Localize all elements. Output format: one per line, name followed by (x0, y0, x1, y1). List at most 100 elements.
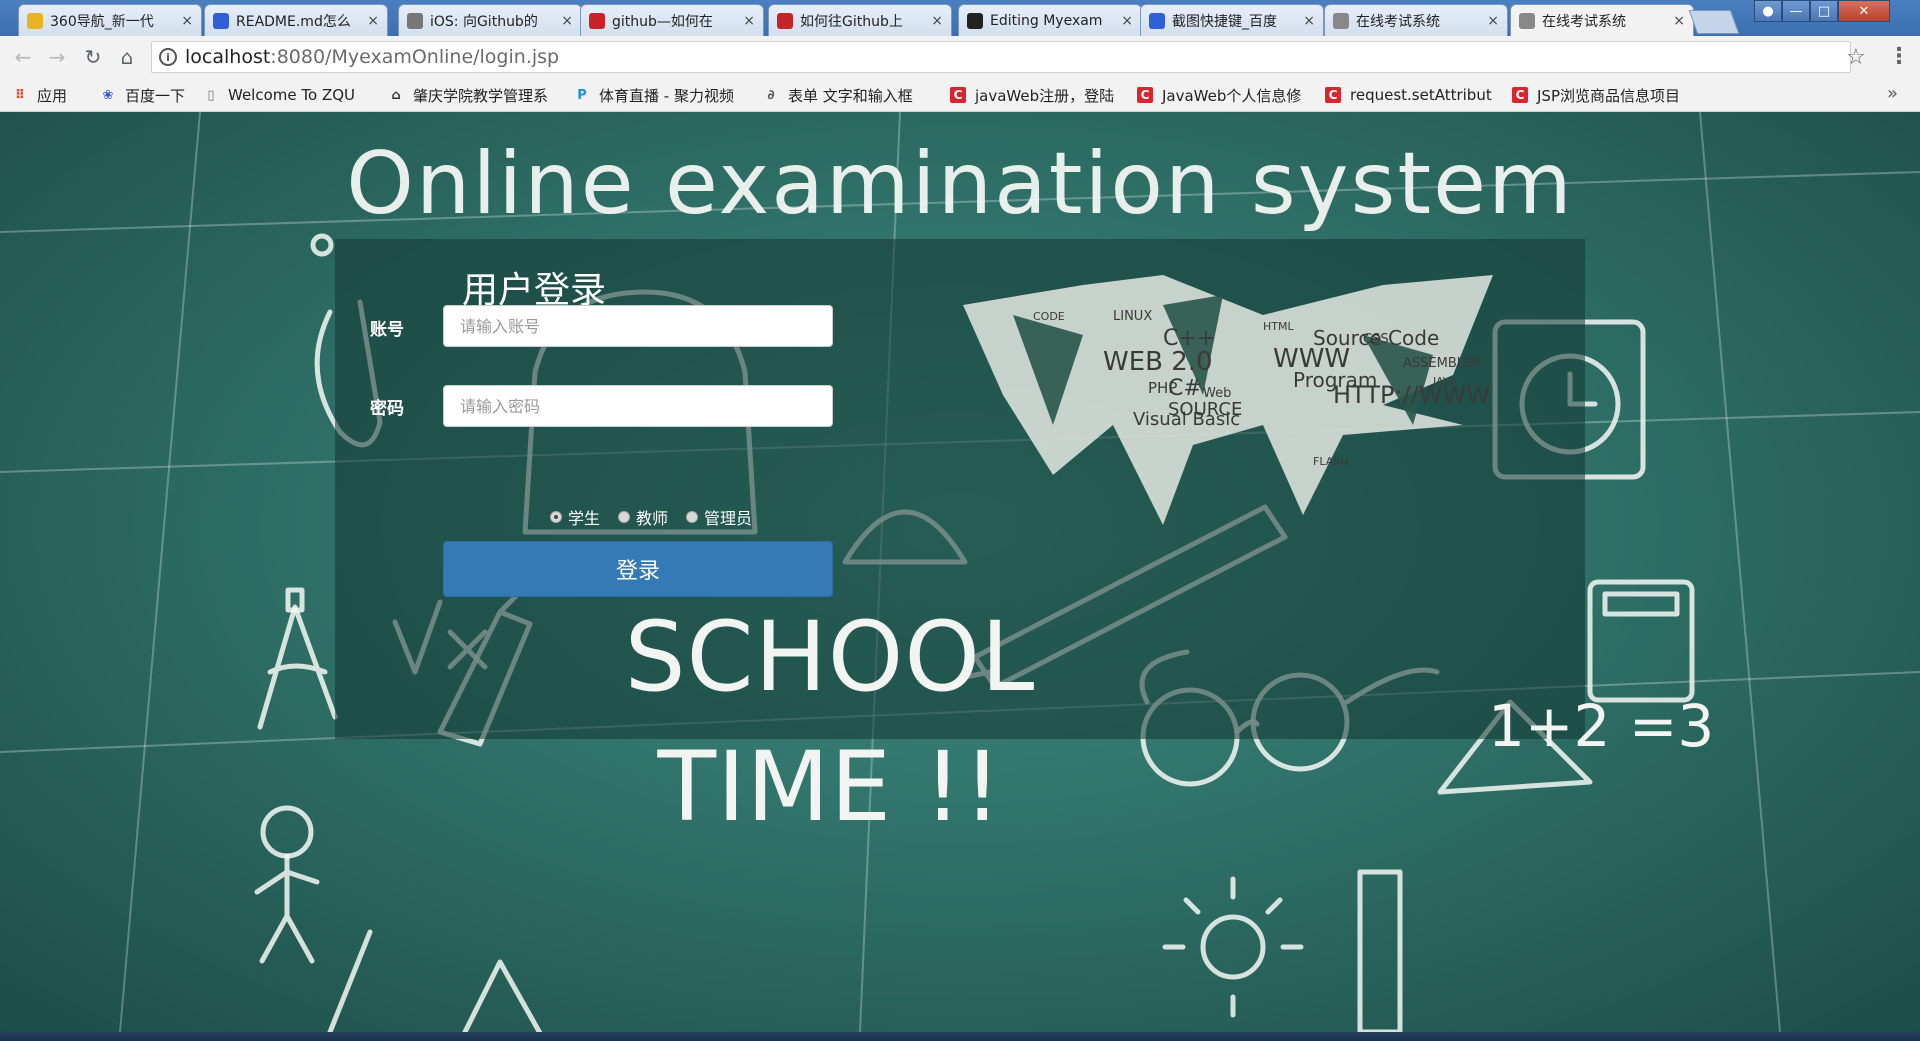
tab-0[interactable]: 360导航_新一代 × (18, 4, 202, 36)
forward-button[interactable]: → (44, 44, 70, 70)
bookmark-8[interactable]: Crequest.setAttribut (1325, 85, 1499, 105)
github-icon (967, 12, 983, 29)
reload-button[interactable]: ↻ (80, 44, 106, 70)
link-icon: ∂ (767, 87, 775, 103)
login-button[interactable]: 登录 (443, 541, 833, 597)
collage-word: HTTP://WWW (1333, 381, 1490, 409)
home-button[interactable]: ⌂ (114, 44, 140, 70)
bookmark-label: Welcome To ZQU (228, 86, 356, 104)
bookmarks-more-button[interactable]: » (1887, 83, 1898, 104)
account-input[interactable] (443, 305, 833, 347)
tab-title: Editing Myexam (990, 12, 1103, 29)
360-icon (27, 12, 43, 29)
tab-close-icon[interactable]: × (367, 13, 379, 29)
tab-3[interactable]: github—如何在 × (580, 4, 764, 36)
bookmark-star-icon[interactable]: ☆ (1846, 45, 1866, 70)
baidu-paw-icon: ❀ (102, 87, 114, 103)
new-tab-button[interactable] (1688, 10, 1740, 34)
collage-word: HTML (1263, 320, 1294, 333)
bookmark-label: JSP浏览商品信息项目 (1537, 86, 1680, 105)
address-bar[interactable]: i localhost:8080/MyexamOnline/login.jsp (151, 41, 1851, 73)
csdn-icon: C (1325, 87, 1341, 103)
bookmark-7[interactable]: C JavaWeb个人信息修 (1137, 85, 1311, 105)
csdn-icon: C (1137, 87, 1153, 103)
user-icon[interactable]: ● (1754, 0, 1782, 22)
tab-close-icon[interactable]: × (181, 13, 193, 29)
collage-word: C# (1168, 376, 1202, 401)
collage-word: CODE (1033, 310, 1065, 323)
site-info-icon[interactable]: i (159, 48, 177, 66)
baidu-paw-icon (213, 12, 229, 29)
bookmark-5[interactable]: ∂ 表单 文字和输入框 (763, 85, 937, 105)
radio-admin[interactable] (686, 511, 699, 523)
tab-title: iOS: 向Github的 (430, 13, 538, 30)
bookmark-label: JavaWeb个人信息修 (1162, 86, 1302, 105)
os-taskbar (0, 1032, 1920, 1041)
bookmark-9[interactable]: C JSP浏览商品信息项目 (1512, 85, 1702, 105)
tab-close-icon[interactable]: × (561, 13, 573, 29)
role-option-teacher[interactable]: 教师 (618, 505, 668, 529)
address-host: localhost (185, 46, 271, 68)
bookmark-label: 肇庆学院教学管理系 (413, 86, 549, 105)
account-label: 账号 (370, 320, 404, 340)
programming-words-collage: LINUXC++WEB 2.0PHPC# WebSOURCESource Code… (963, 275, 1493, 525)
browser-toolbar: ← → ↻ ⌂ i localhost:8080/MyexamOnline/lo… (0, 36, 1920, 78)
back-button[interactable]: ← (10, 44, 36, 70)
role-selector: 学生 教师 管理员 (550, 505, 770, 529)
system-title: Online examination system (346, 134, 1574, 234)
csdn-icon: C (1512, 87, 1528, 103)
bookmark-3[interactable]: ⌂ 肇庆学院教学管理系 (388, 85, 560, 105)
collage-word: FLASH (1313, 455, 1349, 468)
collage-word: Visual Basic (1133, 409, 1240, 430)
link-icon (407, 12, 423, 29)
tab-close-icon[interactable]: × (1673, 13, 1685, 29)
collage-word: ASSEMBLER (1403, 356, 1481, 371)
tab-close-icon[interactable]: × (743, 13, 755, 29)
tab-close-icon[interactable]: × (1121, 13, 1133, 29)
browser-menu-icon[interactable]: ⋮ (1888, 44, 1910, 69)
tab-6[interactable]: 截图快捷键_百度 × (1140, 4, 1324, 36)
chalk-equation: 1+2 =3 (1488, 692, 1715, 760)
tab-5[interactable]: Editing Myexam × (958, 4, 1142, 36)
close-window-button[interactable]: ✕ (1838, 0, 1890, 22)
bookmark-label: 体育直播 - 聚力视频 (599, 86, 734, 105)
tab-7[interactable]: 在线考试系统 × (1324, 4, 1508, 36)
tab-close-icon[interactable]: × (1487, 13, 1499, 29)
bookmark-6[interactable]: CjavaWeb注册，登陆 (950, 85, 1124, 105)
bookmark-label: 应用 (37, 86, 68, 105)
csdn-icon (589, 12, 605, 29)
role-option-admin[interactable]: 管理员 (686, 505, 752, 529)
role-admin-label: 管理员 (704, 509, 753, 528)
minimize-button[interactable]: — (1782, 0, 1810, 22)
tab-8[interactable]: 在线考试系统 × (1510, 4, 1694, 36)
bookmark-2[interactable]: ▯ Welcome To ZQU (203, 85, 375, 105)
pptv-icon: P (577, 87, 587, 103)
tab-strip: 360导航_新一代 × README.md怎么 × iOS: 向Github的 × gith… (0, 0, 1920, 36)
collage-word: CSS (1363, 332, 1389, 347)
tab-title: 在线考试系统 (1542, 13, 1626, 30)
tab-close-icon[interactable]: × (1303, 13, 1315, 29)
login-page: Online examination system 用户登录 账号 密码 学生 … (0, 112, 1920, 1032)
role-teacher-label: 教师 (636, 509, 669, 528)
bookmark-4[interactable]: P 体育直播 - 聚力视频 (574, 85, 750, 105)
collage-word: LINUX (1113, 309, 1152, 324)
radio-teacher[interactable] (618, 511, 631, 523)
bookmark-0[interactable]: ⠿ 应用 (12, 85, 90, 105)
csdn-icon: C (950, 87, 966, 103)
tab-title: 截图快捷键_百度 (1172, 13, 1277, 30)
tab-title: 如何往Github上 (800, 13, 903, 30)
radio-student[interactable] (550, 511, 562, 523)
baidu-paw-icon (1149, 12, 1165, 29)
tab-4[interactable]: 如何往Github上 × (768, 4, 952, 36)
bookmark-1[interactable]: ❀ 百度一下 (100, 85, 190, 105)
tab-2[interactable]: iOS: 向Github的 × (398, 4, 582, 36)
maximize-button[interactable]: □ (1810, 0, 1838, 22)
password-input[interactable] (443, 385, 833, 427)
tab-close-icon[interactable]: × (931, 13, 943, 29)
page-icon (1519, 12, 1535, 29)
school-building-icon: ⌂ (391, 87, 401, 103)
tab-title: README.md怎么 (236, 13, 351, 30)
tab-1[interactable]: README.md怎么 × (204, 4, 388, 36)
collage-word: JAVA (1432, 375, 1458, 388)
role-option-student[interactable]: 学生 (550, 505, 600, 529)
